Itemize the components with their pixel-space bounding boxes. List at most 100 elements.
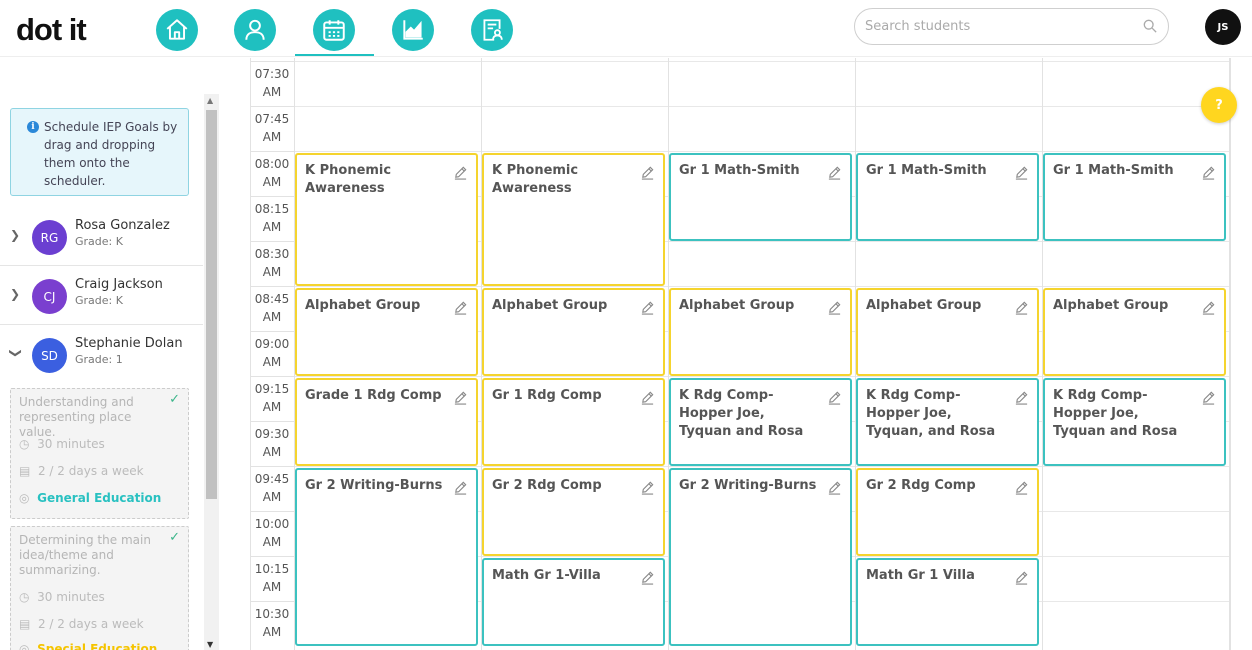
event-title: Gr 1 Math-Smith <box>679 163 800 178</box>
time-hour: 08:15 <box>254 202 290 216</box>
schedule-event[interactable]: Gr 1 Math-Smith <box>1043 153 1226 241</box>
edit-pencil-icon[interactable] <box>1201 165 1216 180</box>
time-period: AM <box>262 535 282 549</box>
edit-pencil-icon[interactable] <box>827 390 842 405</box>
edit-pencil-icon[interactable] <box>640 390 655 405</box>
edit-pencil-icon[interactable] <box>827 165 842 180</box>
user-avatar[interactable]: JS <box>1205 9 1241 45</box>
edit-pencil-icon[interactable] <box>1014 480 1029 495</box>
edit-pencil-icon[interactable] <box>1014 165 1029 180</box>
edit-pencil-icon[interactable] <box>827 300 842 315</box>
goal-card[interactable]: ✓ Determining the main idea/theme and su… <box>10 526 189 650</box>
schedule-event[interactable]: K Phonemic Awareness <box>295 153 478 286</box>
avatar: SD <box>32 338 67 373</box>
schedule-event[interactable]: Alphabet Group <box>1043 288 1226 376</box>
edit-pencil-icon[interactable] <box>640 570 655 585</box>
weekly-scheduler: 07:30 AM 07:45 AM 08:00 AM 08:15 AM 08:30 AM 08:45… <box>250 58 1230 650</box>
chevron-right-icon[interactable]: ❯ <box>10 228 20 242</box>
schedule-event[interactable]: Gr 1 Math-Smith <box>856 153 1039 241</box>
edit-pencil-icon[interactable] <box>1014 300 1029 315</box>
event-title: Gr 1 Rdg Comp <box>492 388 602 403</box>
top-bar: dot it JS <box>0 0 1252 57</box>
edit-pencil-icon[interactable] <box>453 480 468 495</box>
edit-pencil-icon[interactable] <box>640 480 655 495</box>
chevron-right-icon[interactable]: ❯ <box>10 287 20 301</box>
schedule-event[interactable]: Gr 2 Writing-Burns <box>669 468 852 646</box>
edit-pencil-icon[interactable] <box>1014 570 1029 585</box>
check-icon: ✓ <box>169 530 180 545</box>
schedule-event[interactable]: Gr 1 Rdg Comp <box>482 378 665 466</box>
tip-text: Schedule IEP Goals by drag and dropping … <box>44 120 178 188</box>
student-grade: Grade: K <box>75 294 123 307</box>
search-icon[interactable] <box>1143 19 1157 33</box>
time-slot-label: 10:30 AM <box>250 601 294 646</box>
sidebar-scrollbar[interactable]: ▲ ▼ <box>204 94 219 650</box>
edit-pencil-icon[interactable] <box>453 390 468 405</box>
schedule-event[interactable]: K Rdg Comp-Hopper Joe, Tyquan, and Rosa <box>856 378 1039 466</box>
student-row-stephanie[interactable]: ❯ SD Stephanie Dolan Grade: 1 <box>0 326 203 384</box>
schedule-event[interactable]: Alphabet Group <box>856 288 1039 376</box>
nav-home-button[interactable] <box>156 9 198 51</box>
edit-pencil-icon[interactable] <box>827 480 842 495</box>
time-period: AM <box>262 580 282 594</box>
student-row-craig[interactable]: ❯ CJ Craig Jackson Grade: K <box>0 267 203 325</box>
clock-icon: ◷ <box>19 437 30 451</box>
schedule-event[interactable]: Gr 2 Rdg Comp <box>482 468 665 556</box>
time-period: AM <box>262 355 282 369</box>
schedule-event[interactable]: Math Gr 1 Villa <box>856 558 1039 646</box>
schedule-event[interactable]: K Rdg Comp- Hopper Joe, Tyquan and Rosa <box>669 378 852 466</box>
goal-card[interactable]: ✓ Understanding and representing place v… <box>10 388 189 519</box>
edit-pencil-icon[interactable] <box>1201 390 1216 405</box>
schedule-event[interactable]: Gr 1 Math-Smith <box>669 153 852 241</box>
app-logo[interactable]: dot it <box>16 12 87 48</box>
schedule-event[interactable]: K Phonemic Awareness <box>482 153 665 286</box>
time-hour: 09:00 <box>254 337 290 351</box>
edit-pencil-icon[interactable] <box>1014 390 1029 405</box>
edit-pencil-icon[interactable] <box>453 165 468 180</box>
student-sidebar: i Schedule IEP Goals by drag and droppin… <box>0 58 222 650</box>
goal-location: General Education <box>37 491 162 505</box>
person-icon <box>245 19 265 40</box>
edit-pencil-icon[interactable] <box>1201 300 1216 315</box>
search-students-input[interactable] <box>854 8 1169 45</box>
student-name: Stephanie Dolan <box>75 336 183 351</box>
schedule-event[interactable]: Math Gr 1-Villa <box>482 558 665 646</box>
nav-iep-button[interactable] <box>471 9 513 51</box>
event-title: K Phonemic Awareness <box>492 163 579 196</box>
nav-students-button[interactable] <box>234 9 276 51</box>
grid-row-line <box>294 151 1230 152</box>
event-title: Gr 2 Writing-Burns <box>679 478 817 493</box>
schedule-event[interactable]: Gr 2 Writing-Burns <box>295 468 478 646</box>
scroll-down-icon[interactable]: ▼ <box>207 640 213 649</box>
scroll-up-icon[interactable]: ▲ <box>207 96 213 105</box>
schedule-event[interactable]: K Rdg Comp-Hopper Joe, Tyquan and Rosa <box>1043 378 1226 466</box>
chevron-down-icon[interactable]: ❯ <box>9 348 23 358</box>
schedule-event[interactable]: Alphabet Group <box>669 288 852 376</box>
help-button[interactable]: ? <box>1201 87 1237 123</box>
time-hour: 07:30 <box>254 67 290 81</box>
time-hour: 09:15 <box>254 382 290 396</box>
nav-schedule-button[interactable] <box>313 9 355 51</box>
time-period: AM <box>262 445 282 459</box>
schedule-event[interactable]: Alphabet Group <box>295 288 478 376</box>
time-slot-label: 09:00 AM <box>250 331 294 376</box>
edit-pencil-icon[interactable] <box>640 300 655 315</box>
schedule-event[interactable]: Alphabet Group <box>482 288 665 376</box>
student-name: Rosa Gonzalez <box>75 218 170 233</box>
goal-frequency: 2 / 2 days a week <box>37 464 144 478</box>
avatar: CJ <box>32 279 67 314</box>
event-title: K Rdg Comp- Hopper Joe, Tyquan and Rosa <box>679 388 804 439</box>
time-slot-label: 09:45 AM <box>250 466 294 511</box>
calendar-icon <box>323 20 345 41</box>
document-user-icon <box>483 19 503 41</box>
schedule-event[interactable]: Gr 2 Rdg Comp <box>856 468 1039 556</box>
edit-pencil-icon[interactable] <box>640 165 655 180</box>
student-row-rosa[interactable]: ❯ RG Rosa Gonzalez Grade: K <box>0 208 203 266</box>
scroll-thumb[interactable] <box>206 110 217 499</box>
edit-pencil-icon[interactable] <box>453 300 468 315</box>
time-slot-label: 09:15 AM <box>250 376 294 421</box>
event-title: Alphabet Group <box>492 298 608 313</box>
student-grade: Grade: K <box>75 235 123 248</box>
nav-reports-button[interactable] <box>392 9 434 51</box>
schedule-event[interactable]: Grade 1 Rdg Comp <box>295 378 478 466</box>
